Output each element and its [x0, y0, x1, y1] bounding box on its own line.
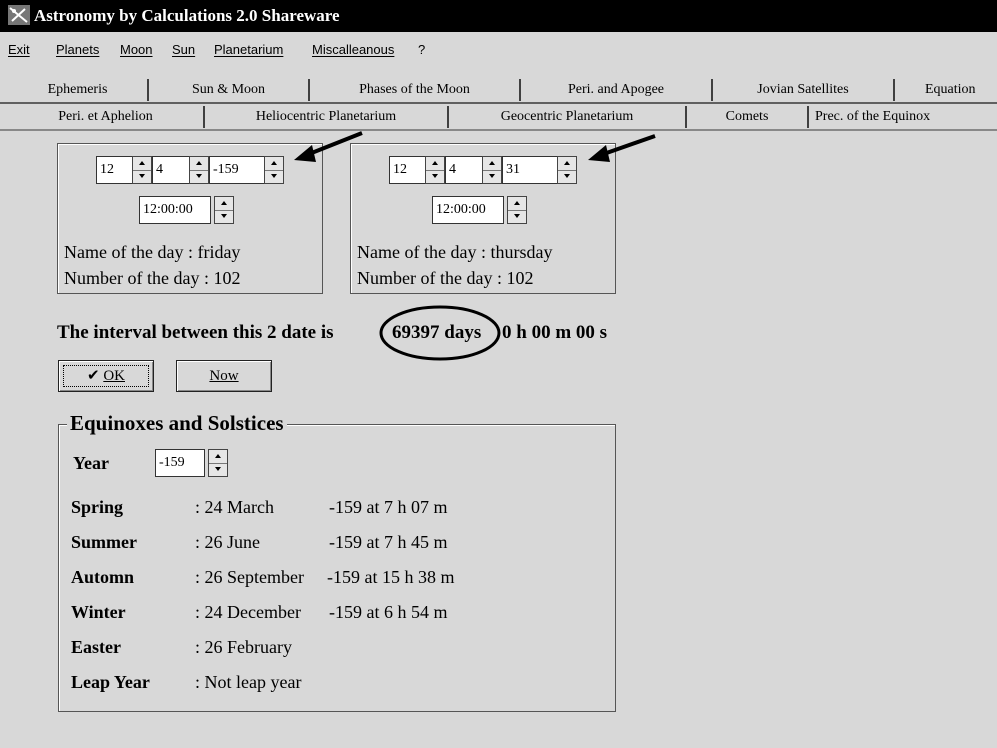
now-button-label: Now: [209, 368, 239, 384]
checkmark-icon: ✔: [87, 368, 100, 384]
now-button[interactable]: Now: [176, 360, 272, 392]
leap-year-value: : Not leap year: [195, 672, 302, 692]
winter-detail: -159 at 6 h 54 m: [329, 602, 448, 622]
equinox-year-field[interactable]: -159: [155, 449, 205, 477]
arrow-icon: [588, 134, 656, 162]
year-label: Year: [73, 453, 109, 473]
interval-prefix: The interval between this 2 date is: [57, 322, 334, 343]
spring-detail: -159 at 7 h 07 m: [329, 497, 448, 517]
winter-label: Winter: [71, 602, 126, 622]
app-window: Astronomy by Calculations 2.0 Shareware …: [0, 0, 997, 748]
interval-days: 69397 days: [392, 322, 482, 343]
winter-date: : 24 December: [195, 602, 301, 622]
interval-time: 0 h 00 m 00 s: [502, 322, 608, 343]
automn-date: : 26 September: [195, 567, 304, 587]
leap-year-label: Leap Year: [71, 672, 150, 692]
spring-date: : 24 March: [195, 497, 274, 517]
equinoxes-group: Equinoxes and Solstices Year -159 Spring…: [58, 411, 616, 712]
arrow-icon: [294, 131, 363, 162]
ok-button-label: OK: [103, 368, 125, 384]
summer-label: Summer: [71, 532, 137, 552]
equinoxes-title: Equinoxes and Solstices: [67, 411, 287, 436]
summer-date: : 26 June: [195, 532, 260, 552]
spin-up-icon[interactable]: [209, 450, 227, 464]
equinox-year-spinner[interactable]: [208, 449, 228, 477]
spring-label: Spring: [71, 497, 124, 517]
easter-date: : 26 February: [195, 637, 292, 657]
summer-detail: -159 at 7 h 45 m: [329, 532, 448, 552]
automn-detail: -159 at 15 h 38 m: [327, 567, 455, 587]
automn-label: Automn: [71, 567, 135, 587]
easter-label: Easter: [71, 637, 121, 657]
ok-button[interactable]: ✔ OK: [58, 360, 154, 392]
spin-down-icon[interactable]: [209, 463, 227, 476]
